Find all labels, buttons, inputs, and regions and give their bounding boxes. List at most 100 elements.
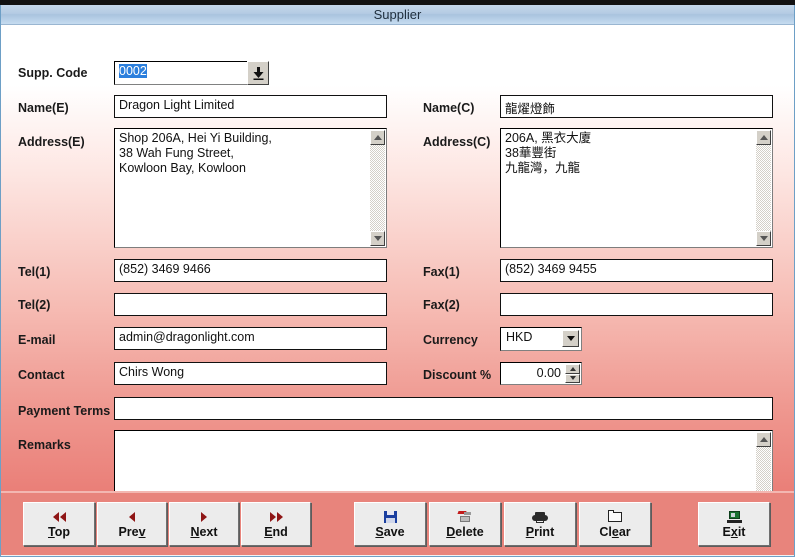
top-button[interactable]: Top	[23, 502, 95, 546]
next-button-label: Next	[190, 524, 218, 539]
scroll-down-icon	[373, 236, 382, 241]
scroll-up-icon	[759, 437, 768, 442]
fax2-input[interactable]	[500, 293, 773, 316]
address-e-scroll-up-button[interactable]	[370, 130, 385, 145]
print-button-label: Print	[525, 524, 555, 539]
address-e-line-3: Kowloon Bay, Kowloon	[119, 161, 246, 175]
name-c-label: Name(C)	[423, 101, 475, 115]
scroll-down-icon	[759, 236, 768, 241]
address-e-line-1: Shop 206A, Hei Yi Building,	[119, 131, 272, 145]
spin-up-icon	[569, 366, 576, 371]
address-e-scroll-down-button[interactable]	[370, 231, 385, 246]
prev-button[interactable]: Prev	[97, 502, 167, 546]
prev-button-label: Prev	[118, 524, 146, 539]
currency-label: Currency	[423, 333, 478, 347]
address-c-line-1: 206A, 黑衣大廈	[505, 131, 592, 145]
supp-code-label: Supp. Code	[18, 66, 88, 80]
discount-increment-button[interactable]	[565, 364, 580, 374]
name-e-label: Name(E)	[18, 101, 69, 115]
tel1-value: (852) 3469 9466	[119, 262, 211, 276]
save-button[interactable]: Save	[354, 502, 426, 546]
address-e-line-2: 38 Wah Fung Street,	[119, 146, 234, 160]
address-c-scrollbar[interactable]	[756, 130, 771, 246]
down-arrow-bar-icon	[253, 66, 263, 80]
address-e-textarea[interactable]: Shop 206A, Hei Yi Building, 38 Wah Fung …	[114, 128, 387, 248]
spin-down-icon	[569, 376, 576, 381]
contact-label: Contact	[18, 368, 65, 382]
discount-decrement-button[interactable]	[565, 373, 580, 383]
address-c-line-2: 38華豐街	[505, 146, 557, 160]
address-c-textarea[interactable]: 206A, 黑衣大廈 38華豐街 九龍灣，九龍	[500, 128, 773, 248]
scroll-up-icon	[759, 135, 768, 140]
next-button[interactable]: Next	[169, 502, 239, 546]
top-button-label: Top	[48, 524, 70, 539]
right-arrow-icon	[201, 510, 207, 525]
delete-button[interactable]: Delete	[429, 502, 501, 546]
delete-button-label: Delete	[446, 524, 484, 539]
email-label: E-mail	[18, 333, 56, 347]
contact-value: Chirs Wong	[119, 365, 185, 379]
end-button-label: End	[264, 524, 288, 539]
double-right-arrow-icon	[269, 510, 283, 525]
exit-monitor-icon	[726, 510, 742, 525]
currency-dropdown-button[interactable]	[562, 330, 579, 347]
exit-button[interactable]: Exit	[698, 502, 770, 546]
chevron-down-icon	[566, 336, 575, 341]
print-button[interactable]: Print	[504, 502, 576, 546]
supp-code-dropdown-button[interactable]	[247, 61, 269, 85]
floppy-disk-icon	[383, 510, 397, 525]
tel2-label: Tel(2)	[18, 298, 51, 312]
remarks-label: Remarks	[18, 438, 71, 452]
double-left-arrow-icon	[52, 510, 66, 525]
end-button[interactable]: End	[241, 502, 311, 546]
delete-icon	[457, 510, 472, 525]
email-input[interactable]: admin@dragonlight.com	[114, 327, 387, 350]
address-c-scroll-down-button[interactable]	[756, 231, 771, 246]
discount-value: 0.00	[536, 366, 561, 380]
discount-label: Discount %	[423, 368, 492, 382]
scroll-up-icon	[373, 135, 382, 140]
remarks-textarea[interactable]	[114, 430, 773, 491]
name-e-value: Dragon Light Limited	[119, 98, 235, 112]
top-banner-text: ▪▪ ▪▪▪ ▪▪▪ ▪▪ ▪▪▪▪ ▪▪ ▪▪▪ ▪▪ ▪ ▪▪▪ ▪▪▪▪ …	[0, 0, 795, 3]
blank-page-icon	[608, 510, 622, 525]
remarks-scrollbar[interactable]	[756, 432, 771, 491]
fax2-label: Fax(2)	[423, 298, 460, 312]
supplier-form: Supp. Code 0002 Name(E) Dragon Light Lim…	[1, 25, 794, 491]
name-e-input[interactable]: Dragon Light Limited	[114, 95, 387, 118]
tel1-label: Tel(1)	[18, 265, 51, 279]
tel1-input[interactable]: (852) 3469 9466	[114, 259, 387, 282]
name-c-input[interactable]: 龍燿燈飾	[500, 95, 773, 118]
name-c-value: 龍燿燈飾	[505, 102, 556, 116]
window-title: Supplier	[373, 7, 422, 22]
email-value: admin@dragonlight.com	[119, 330, 255, 344]
bottom-toolbar: Top Prev Next End Save Delete Print Clea…	[1, 491, 794, 555]
currency-value: HKD	[506, 330, 533, 344]
window-titlebar: Supplier	[1, 5, 794, 25]
discount-spinner[interactable]	[565, 364, 580, 383]
supp-code-value: 0002	[119, 64, 147, 78]
clear-button-label: Clear	[599, 524, 631, 539]
payment-terms-input[interactable]	[114, 397, 773, 420]
fax1-value: (852) 3469 9455	[505, 262, 597, 276]
printer-icon	[532, 510, 548, 525]
save-button-label: Save	[375, 524, 405, 539]
fax1-label: Fax(1)	[423, 265, 460, 279]
contact-input[interactable]: Chirs Wong	[114, 362, 387, 385]
supp-code-input[interactable]: 0002	[114, 61, 249, 85]
address-e-scrollbar[interactable]	[370, 130, 385, 246]
payment-terms-label: Payment Terms	[18, 404, 111, 418]
supplier-window: Supplier Supp. Code 0002 Name(E) Dragon …	[0, 5, 795, 557]
remarks-scroll-up-button[interactable]	[756, 432, 771, 447]
discount-input[interactable]: 0.00	[500, 362, 582, 385]
currency-select[interactable]: HKD	[500, 327, 582, 351]
address-e-label: Address(E)	[18, 135, 85, 149]
tel2-input[interactable]	[114, 293, 387, 316]
address-c-label: Address(C)	[423, 135, 491, 149]
left-arrow-icon	[129, 510, 135, 525]
address-c-line-3: 九龍灣，九龍	[505, 161, 581, 175]
address-c-scroll-up-button[interactable]	[756, 130, 771, 145]
exit-button-label: Exit	[722, 524, 746, 539]
clear-button[interactable]: Clear	[579, 502, 651, 546]
fax1-input[interactable]: (852) 3469 9455	[500, 259, 773, 282]
